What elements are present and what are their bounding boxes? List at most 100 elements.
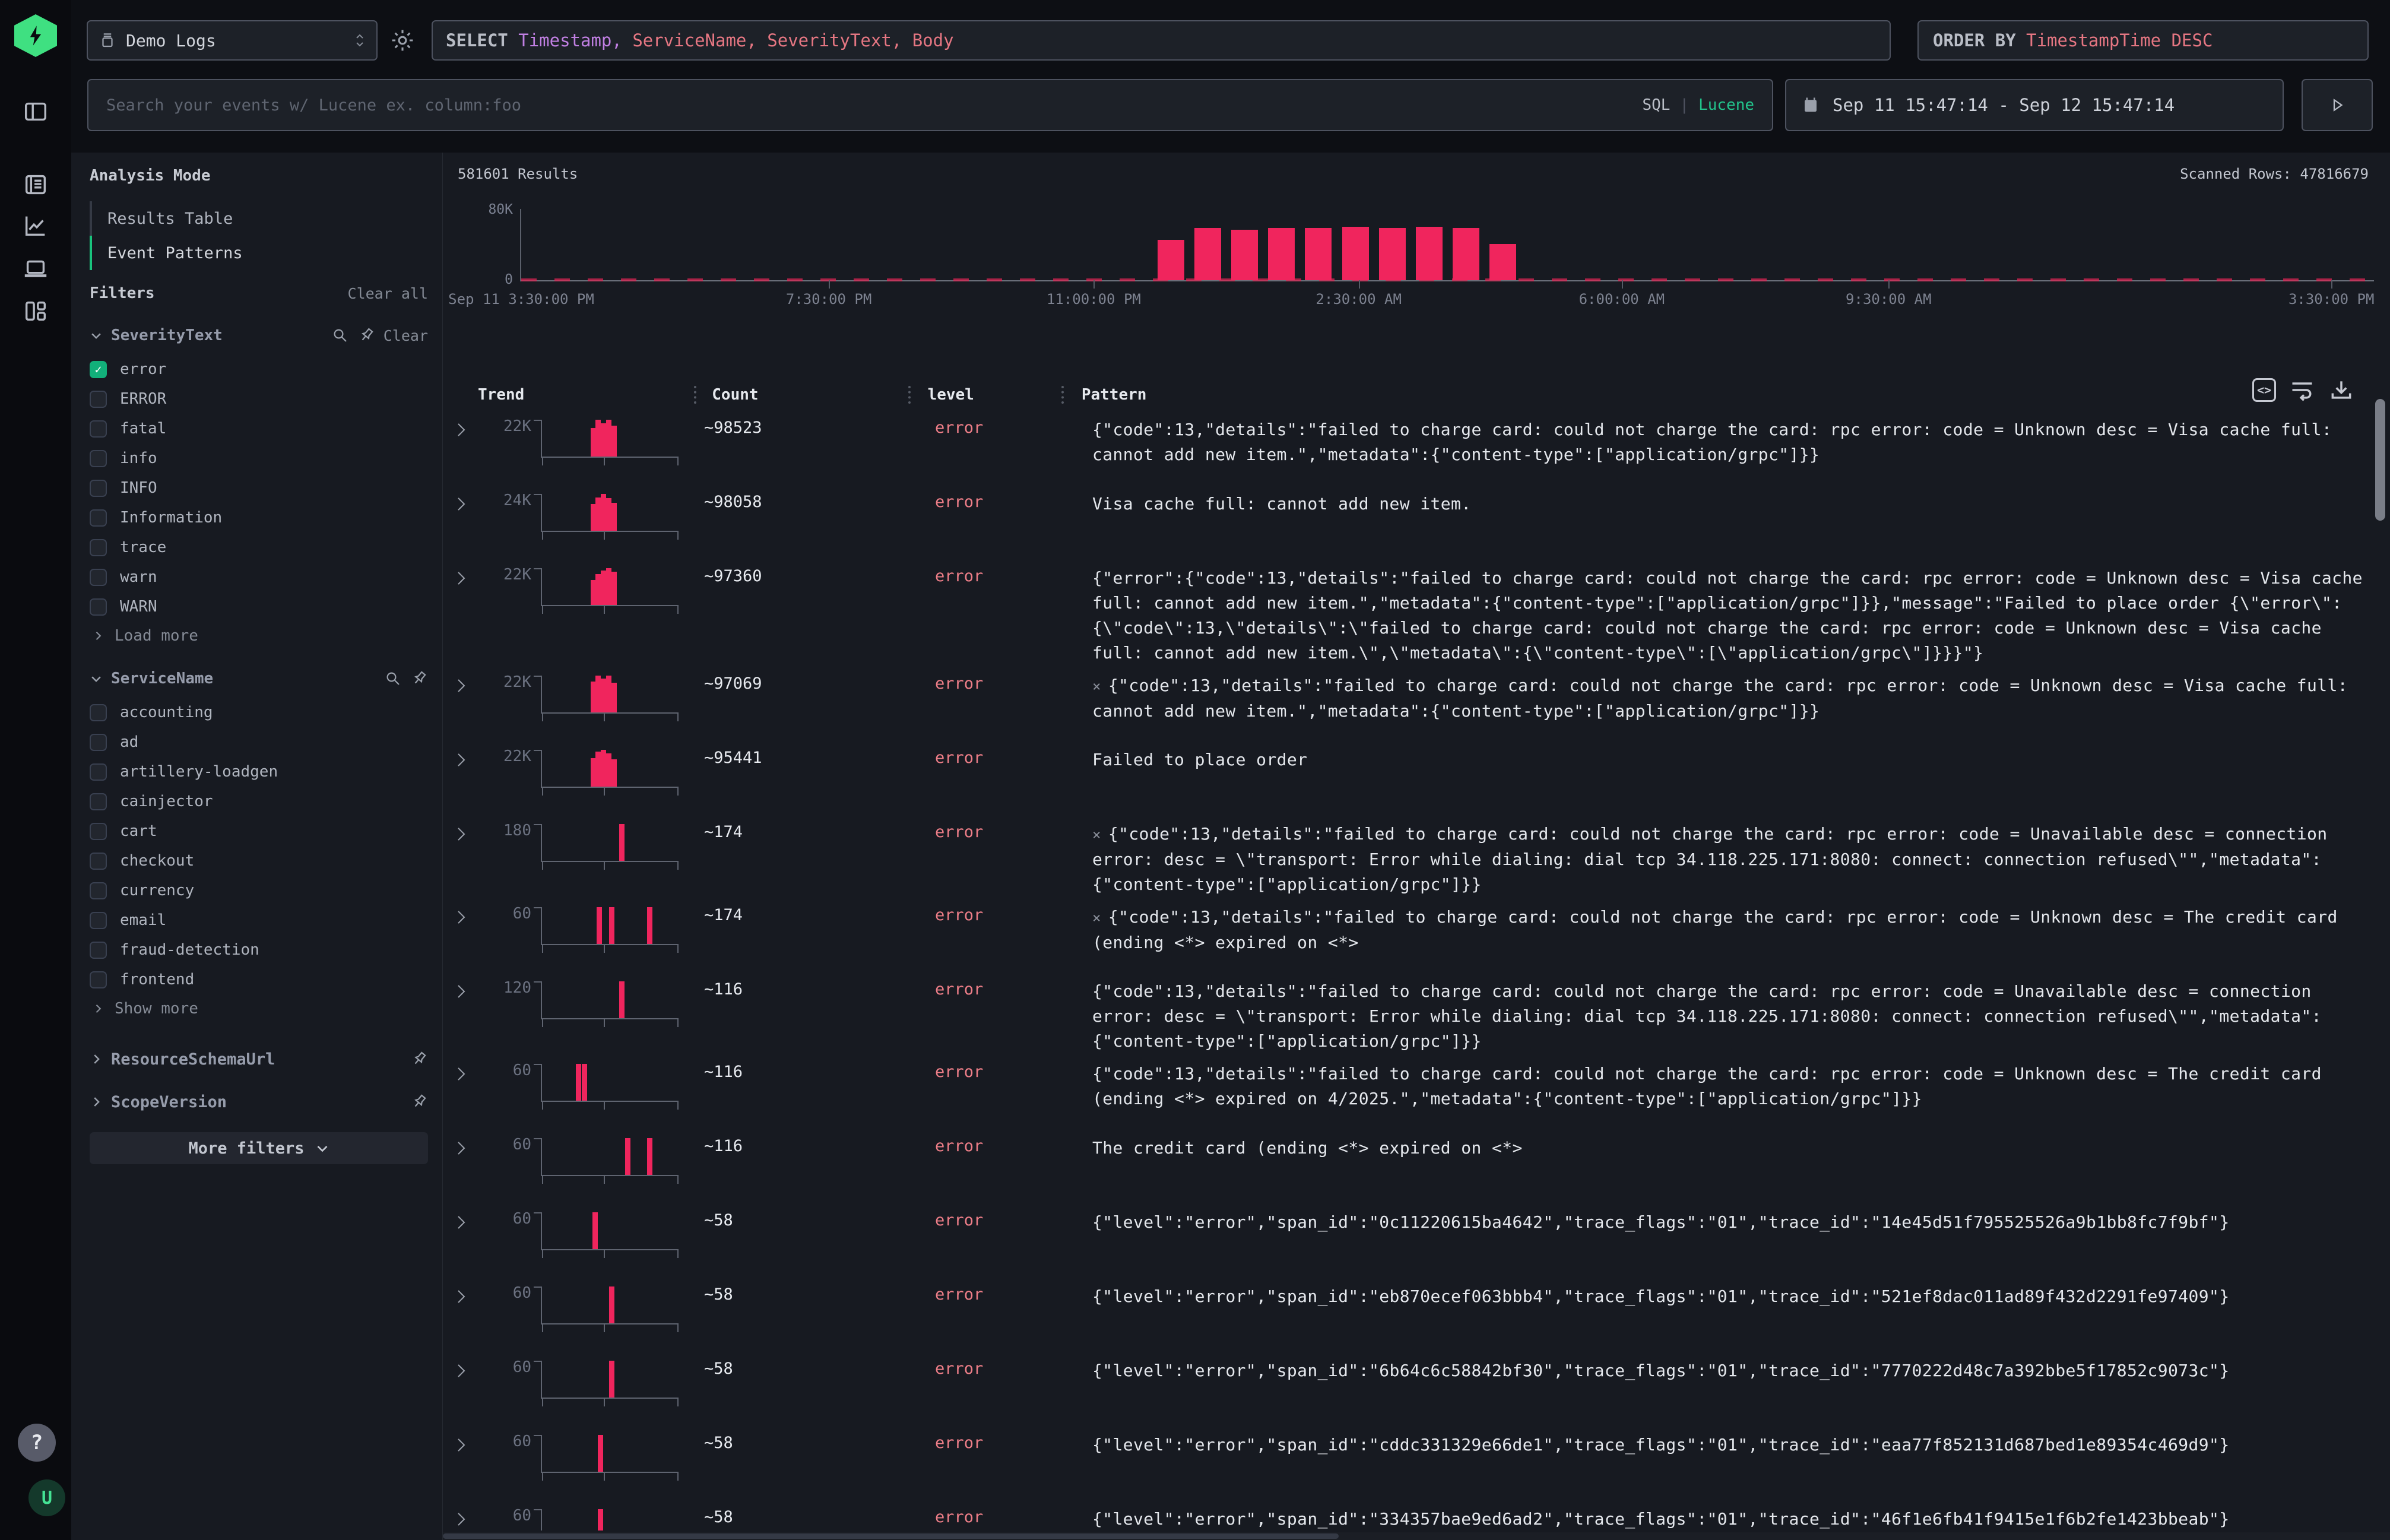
- checkbox[interactable]: [90, 912, 107, 929]
- nav-results-table[interactable]: Results Table: [90, 201, 428, 236]
- search-input[interactable]: Search your events w/ Lucene ex. column:…: [87, 79, 1773, 131]
- row-expander-chevron-icon[interactable]: [443, 1210, 476, 1232]
- column-separator[interactable]: [908, 386, 911, 404]
- filter-option-ERROR[interactable]: ERROR: [90, 384, 428, 414]
- horizontal-scrollbar[interactable]: [443, 1532, 2390, 1540]
- load-more-button[interactable]: Load more: [90, 622, 428, 650]
- checkbox[interactable]: [90, 391, 107, 408]
- row-expander-chevron-icon[interactable]: [443, 1284, 476, 1307]
- pattern-row[interactable]: 60~174error×{"code":13,"details":"failed…: [443, 897, 2369, 971]
- chart-icon[interactable]: [22, 212, 49, 239]
- select-clause-input[interactable]: SELECT Timestamp, ServiceName, SeverityT…: [432, 20, 1891, 61]
- pin-icon[interactable]: [357, 327, 375, 344]
- pattern-cell[interactable]: {"error":{"code":13,"details":"failed to…: [1072, 566, 2369, 666]
- row-expander-chevron-icon[interactable]: [443, 417, 476, 440]
- source-select[interactable]: Demo Logs: [87, 20, 378, 61]
- pattern-cell[interactable]: {"level":"error","span_id":"6b64c6c58842…: [1072, 1358, 2369, 1383]
- pattern-cell[interactable]: {"level":"error","span_id":"0c11220615ba…: [1072, 1210, 2369, 1235]
- filter-group-resourceschemaurl-header[interactable]: ResourceSchemaUrl: [90, 1044, 428, 1074]
- histogram-bar[interactable]: [1268, 228, 1295, 281]
- pattern-row[interactable]: 22K~95441errorFailed to place order: [443, 740, 2369, 814]
- pattern-row[interactable]: 22K~97360error{"error":{"code":13,"detai…: [443, 558, 2369, 666]
- filter-option-INFO[interactable]: INFO: [90, 473, 428, 503]
- checkbox[interactable]: [90, 569, 107, 586]
- show-more-button[interactable]: Show more: [90, 994, 428, 1023]
- filter-option-error[interactable]: ✓error: [90, 354, 428, 384]
- histogram-bar[interactable]: [1379, 228, 1406, 281]
- user-avatar[interactable]: U: [28, 1479, 65, 1516]
- row-expander-chevron-icon[interactable]: [443, 979, 476, 1002]
- histogram-bar[interactable]: [1416, 227, 1443, 280]
- pattern-row[interactable]: 120~116error{"code":13,"details":"failed…: [443, 971, 2369, 1054]
- source-settings-gear-icon[interactable]: [389, 27, 416, 53]
- exclude-pattern-icon[interactable]: ×: [1092, 826, 1101, 843]
- checkbox[interactable]: [90, 882, 107, 899]
- pattern-cell[interactable]: Failed to place order: [1072, 747, 2369, 772]
- column-separator[interactable]: [694, 386, 696, 404]
- filter-option-warn[interactable]: warn: [90, 562, 428, 592]
- view-code-icon[interactable]: <>: [2252, 378, 2276, 402]
- pattern-row[interactable]: 60~116errorThe credit card (ending <*> e…: [443, 1128, 2369, 1202]
- checkbox[interactable]: [90, 942, 107, 959]
- checkbox[interactable]: [90, 509, 107, 527]
- pattern-cell[interactable]: Visa cache full: cannot add new item.: [1072, 492, 2369, 516]
- filter-option-WARN[interactable]: WARN: [90, 592, 428, 622]
- pattern-cell[interactable]: {"code":13,"details":"failed to charge c…: [1072, 979, 2369, 1054]
- column-separator[interactable]: [1061, 386, 1064, 404]
- toggle-sidebar-icon[interactable]: [22, 98, 49, 125]
- histogram-bar[interactable]: [1453, 228, 1479, 281]
- pin-icon[interactable]: [410, 670, 428, 687]
- pattern-row[interactable]: 60~116error{"code":13,"details":"failed …: [443, 1054, 2369, 1128]
- pin-icon[interactable]: [410, 1050, 428, 1068]
- filter-option-cart[interactable]: cart: [90, 816, 428, 846]
- dashboards-icon[interactable]: [22, 297, 49, 325]
- date-range-picker[interactable]: Sep 11 15:47:14 - Sep 12 15:47:14: [1785, 79, 2284, 131]
- pattern-row[interactable]: 22K~97069error×{"code":13,"details":"fai…: [443, 666, 2369, 740]
- help-button[interactable]: ?: [18, 1424, 56, 1462]
- row-expander-chevron-icon[interactable]: [443, 1136, 476, 1158]
- col-header-trend[interactable]: Trend: [478, 386, 524, 404]
- nav-event-patterns[interactable]: Event Patterns: [90, 236, 428, 270]
- download-icon[interactable]: [2328, 377, 2354, 403]
- clear-group-button[interactable]: Clear: [383, 327, 428, 344]
- checkbox[interactable]: [90, 734, 107, 751]
- checkbox[interactable]: [90, 420, 107, 438]
- filter-option-trace[interactable]: trace: [90, 533, 428, 562]
- pattern-cell[interactable]: ×{"code":13,"details":"failed to charge …: [1072, 673, 2369, 724]
- pattern-row[interactable]: 60~58error{"level":"error","span_id":"33…: [443, 1499, 2369, 1531]
- pattern-cell[interactable]: ×{"code":13,"details":"failed to charge …: [1072, 905, 2369, 955]
- filter-option-artillery-loadgen[interactable]: artillery-loadgen: [90, 757, 428, 787]
- vertical-scrollbar-thumb[interactable]: [2375, 399, 2385, 521]
- filter-option-accounting[interactable]: accounting: [90, 698, 428, 727]
- pattern-cell[interactable]: ×{"code":13,"details":"failed to charge …: [1072, 822, 2369, 897]
- histogram-bar[interactable]: [1158, 240, 1184, 280]
- row-expander-chevron-icon[interactable]: [443, 673, 476, 696]
- filter-group-severitytext-header[interactable]: SeverityText Clear: [90, 325, 428, 346]
- pattern-cell[interactable]: The credit card (ending <*> expired on <…: [1072, 1136, 2369, 1161]
- logs-icon[interactable]: [22, 171, 49, 198]
- pattern-row[interactable]: 180~174error×{"code":13,"details":"faile…: [443, 814, 2369, 897]
- row-expander-chevron-icon[interactable]: [443, 747, 476, 770]
- pattern-row[interactable]: 60~58error{"level":"error","span_id":"cd…: [443, 1425, 2369, 1499]
- checkbox[interactable]: [90, 480, 107, 497]
- horizontal-scrollbar-thumb[interactable]: [443, 1533, 1339, 1539]
- pattern-cell[interactable]: {"level":"error","span_id":"eb870ecef063…: [1072, 1284, 2369, 1309]
- search-icon[interactable]: [384, 670, 402, 687]
- checkbox[interactable]: [90, 539, 107, 556]
- mode-sql[interactable]: SQL: [1642, 96, 1670, 114]
- filter-option-frontend[interactable]: frontend: [90, 965, 428, 994]
- checkbox[interactable]: [90, 853, 107, 870]
- pattern-cell[interactable]: {"level":"error","span_id":"cddc331329e6…: [1072, 1433, 2369, 1457]
- histogram-bar[interactable]: [1489, 244, 1516, 280]
- pattern-cell[interactable]: {"code":13,"details":"failed to charge c…: [1072, 1061, 2369, 1111]
- clear-all-button[interactable]: Clear all: [348, 285, 428, 302]
- checkbox[interactable]: [90, 598, 107, 616]
- pattern-cell[interactable]: {"code":13,"details":"failed to charge c…: [1072, 417, 2369, 467]
- histogram-bar[interactable]: [1231, 230, 1258, 281]
- wrap-text-icon[interactable]: [2289, 377, 2315, 403]
- row-expander-chevron-icon[interactable]: [443, 822, 476, 844]
- filter-option-info[interactable]: info: [90, 443, 428, 473]
- filter-option-fatal[interactable]: fatal: [90, 414, 428, 443]
- checkbox[interactable]: [90, 763, 107, 781]
- mode-lucene[interactable]: Lucene: [1698, 96, 1754, 114]
